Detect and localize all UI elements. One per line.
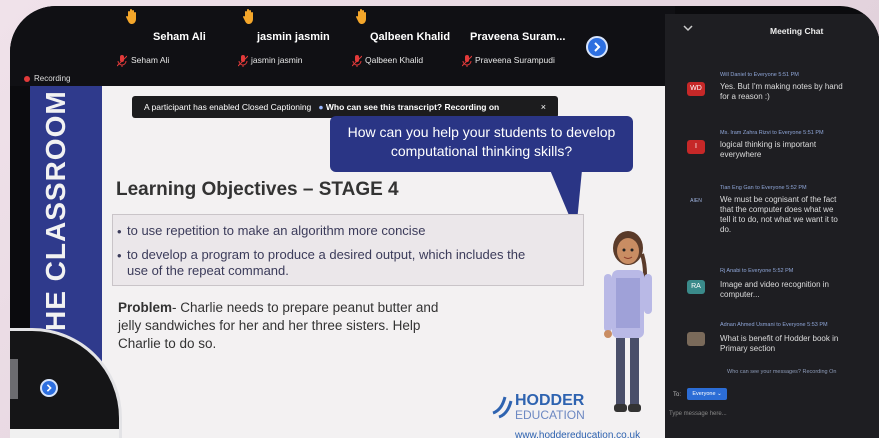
message-line: logical thinking is important bbox=[720, 140, 817, 149]
chevron-down-icon[interactable] bbox=[683, 24, 693, 32]
message-line: Primary section bbox=[720, 344, 776, 353]
muted-mic-icon bbox=[237, 54, 249, 67]
participant-tile[interactable]: jasmin jasmin jasmin jasmin bbox=[225, 6, 345, 86]
to-label: To: bbox=[673, 392, 682, 398]
objective-item-continued: use of the repeat command. bbox=[127, 263, 289, 278]
brand-subtitle: EDUCATION bbox=[515, 408, 585, 422]
bubble-line: How can you help your students to develo… bbox=[347, 124, 616, 140]
closed-caption-banner: A participant has enabled Closed Caption… bbox=[132, 96, 558, 118]
avatar: I bbox=[687, 140, 705, 154]
bullet-icon: • bbox=[117, 248, 122, 263]
message-line: We must be cognisant of the fact bbox=[720, 195, 837, 204]
message-meta: Rj Anabi to Everyone 5:52 PM bbox=[720, 268, 794, 274]
next-participants-button[interactable] bbox=[586, 36, 608, 58]
people-icon: ● bbox=[318, 102, 324, 112]
message-meta: Ms. Iram Zahra Rizvi to Everyone 5:51 PM bbox=[720, 130, 824, 136]
avatar: RA bbox=[687, 280, 705, 294]
message-line: Image and video recognition in bbox=[720, 280, 829, 289]
video-thumbnail[interactable] bbox=[10, 359, 18, 399]
objectives-box: • to use repetition to make an algorithm … bbox=[112, 214, 584, 286]
participant-name: Seham Ali bbox=[153, 31, 206, 43]
chevron-right-icon bbox=[46, 384, 52, 392]
chat-visibility-note[interactable]: Who can see your messages? Recording On bbox=[727, 369, 836, 375]
message-line: Yes. But I'm making notes by hand bbox=[720, 82, 843, 91]
problem-label: Problem bbox=[118, 300, 173, 315]
message-line: everywhere bbox=[720, 150, 762, 159]
participant-display-name: Seham Ali bbox=[131, 55, 170, 65]
recipient-dropdown[interactable]: Everyone ⌄ bbox=[687, 388, 727, 400]
bubble-line: computational thinking skills? bbox=[390, 143, 573, 159]
muted-mic-icon bbox=[116, 54, 128, 67]
message-line: that the computer does what we bbox=[720, 205, 834, 214]
girl-illustration bbox=[604, 231, 652, 412]
participant-tile[interactable]: Qalbeen Khalid Qalbeen Khalid bbox=[340, 6, 460, 86]
objective-item: • to develop a program to produce a desir… bbox=[117, 247, 526, 263]
participant-name: Praveena Suram... bbox=[470, 31, 566, 43]
message-line: What is benefit of Hodder book in bbox=[720, 334, 839, 343]
shared-slide: HE CLASSROOM A participant has enabled C… bbox=[30, 86, 675, 438]
message-meta: Will Daniel to Everyone 5:51 PM bbox=[720, 72, 799, 78]
close-icon[interactable]: × bbox=[541, 96, 546, 118]
participant-display-name: jasmin jasmin bbox=[251, 55, 303, 65]
bullet-icon: • bbox=[117, 224, 122, 239]
message-line: computer... bbox=[720, 290, 760, 299]
chat-title: Meeting Chat bbox=[770, 26, 824, 36]
chevron-right-icon bbox=[594, 42, 601, 52]
brand-url[interactable]: www.hoddereducation.co.uk bbox=[515, 430, 640, 438]
chat-header: Meeting Chat bbox=[665, 14, 879, 42]
recording-label: Recording bbox=[34, 74, 71, 83]
participant-display-name: Qalbeen Khalid bbox=[365, 55, 424, 65]
participant-display-name: Praveena Surampudi bbox=[475, 55, 555, 65]
sidebar-text: HE CLASSROOM bbox=[40, 90, 71, 331]
cc-banner-text: A participant has enabled Closed Caption… bbox=[144, 102, 312, 112]
participant-name: jasmin jasmin bbox=[257, 31, 330, 43]
participant-tile[interactable]: Praveena Suram... Praveena Surampudi bbox=[455, 6, 575, 86]
muted-mic-icon bbox=[461, 54, 473, 67]
raised-hand-icon bbox=[355, 8, 369, 24]
meeting-chat-panel: Meeting Chat WD Will Daniel to Everyone … bbox=[665, 14, 879, 438]
chat-message-input[interactable]: Type message here... bbox=[669, 406, 869, 422]
raised-hand-icon bbox=[125, 8, 139, 24]
avatar bbox=[687, 332, 705, 346]
objective-item: • to use repetition to make an algorithm … bbox=[117, 223, 426, 239]
raised-hand-icon bbox=[242, 8, 256, 24]
speech-bubble: How can you help your students to develo… bbox=[330, 116, 633, 172]
message-meta: Adnan Ahmed Usmani to Everyone 5:53 PM bbox=[720, 322, 828, 328]
avatar: AIEN bbox=[690, 198, 702, 204]
avatar: WD bbox=[687, 82, 705, 96]
message-line: tell it to do, not what we want it to bbox=[720, 215, 838, 224]
message-line: for a reason :) bbox=[720, 92, 770, 101]
slide-title: Learning Objectives – STAGE 4 bbox=[116, 179, 399, 200]
message-line: do. bbox=[720, 225, 732, 234]
recording-indicator: Recording bbox=[24, 74, 70, 83]
zoom-window: Seham Ali Seham Ali jasmin jasmin jasmin… bbox=[10, 6, 879, 438]
window-bottom-bar bbox=[10, 429, 119, 438]
cc-transcript-link[interactable]: Who can see this transcript? Recording o… bbox=[326, 102, 499, 112]
participant-name: Qalbeen Khalid bbox=[370, 31, 451, 43]
next-button[interactable] bbox=[40, 379, 58, 397]
participants-bar: Seham Ali Seham Ali jasmin jasmin jasmin… bbox=[10, 6, 675, 86]
photo-background: Seham Ali Seham Ali jasmin jasmin jasmin… bbox=[0, 0, 879, 438]
muted-mic-icon bbox=[351, 54, 363, 67]
problem-text: Problem- Charlie needs to prepare peanut… bbox=[118, 300, 439, 351]
message-meta: Tian Eng Gan to Everyone 5:52 PM bbox=[720, 185, 807, 191]
participant-tile[interactable]: Seham Ali Seham Ali bbox=[105, 6, 225, 86]
record-dot-icon bbox=[24, 75, 30, 82]
hodder-logo-icon bbox=[492, 396, 513, 419]
